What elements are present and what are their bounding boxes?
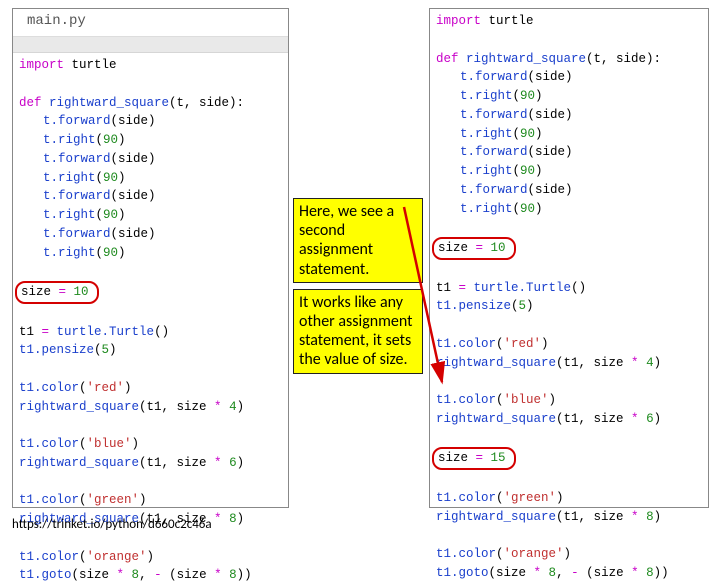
size-assignment-highlight-right-2: size = 15 — [432, 447, 516, 470]
size-assignment-highlight: size = 10 — [15, 281, 99, 304]
editor-toolbar — [13, 37, 288, 53]
code-panel-left: main.py import turtle def rightward_squa… — [12, 8, 289, 508]
editor-tab[interactable]: main.py — [13, 9, 288, 37]
annotation-arrow — [404, 207, 454, 397]
code-panel-right: import turtle def rightward_square(t, si… — [429, 8, 709, 508]
code-block-right: import turtle def rightward_square(t, si… — [430, 9, 708, 586]
source-url: https://trinket.io/python/d660c2c46a — [12, 517, 212, 532]
code-block-left: import turtle def rightward_square(t, si… — [13, 53, 288, 588]
